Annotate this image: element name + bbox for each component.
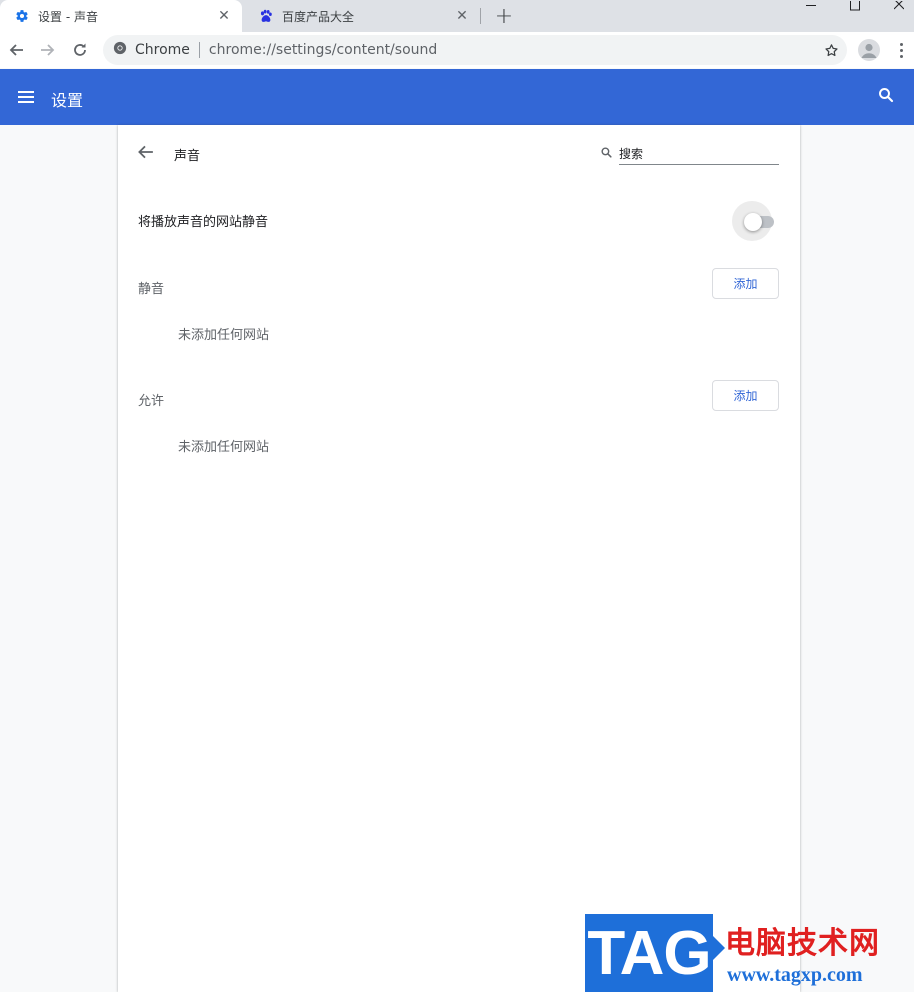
mute-sites-label: 将播放声音的网站静音 — [138, 215, 269, 230]
settings-search — [598, 143, 779, 165]
chrome-logo-icon — [113, 41, 127, 59]
sound-settings-card: 声音 将播放声音的网站静音 静音 添加 未添加任何网站 允许 添加 未添加任何网… — [118, 125, 800, 992]
toggle-knob[interactable] — [744, 213, 762, 231]
tab-strip: 设置 - 声音 ✕ 百度产品大全 ✕ + — [0, 0, 914, 32]
reload-icon — [74, 43, 86, 56]
allow-empty-message: 未添加任何网站 — [178, 440, 270, 455]
omnibox-divider — [198, 42, 200, 58]
arrow-right-icon — [41, 44, 55, 56]
watermark-title: 电脑技术网 — [725, 927, 880, 960]
close-icon[interactable]: ✕ — [216, 8, 232, 24]
gear-icon — [14, 8, 30, 24]
bookmark-star-icon[interactable] — [821, 40, 841, 60]
back-arrow-icon[interactable] — [136, 143, 156, 163]
maximize-icon[interactable] — [840, 0, 870, 12]
hamburger-menu-icon[interactable] — [18, 88, 38, 106]
mute-section-label: 静音 — [138, 282, 165, 297]
page-title: 设置 — [51, 91, 84, 110]
person-icon — [861, 43, 877, 58]
settings-header: 设置 — [0, 69, 914, 125]
allow-section-label: 允许 — [138, 394, 165, 409]
more-menu-icon[interactable] — [891, 38, 911, 62]
new-tab-button[interactable]: + — [492, 4, 516, 29]
tab-title: 百度产品大全 — [282, 9, 355, 24]
address-bar[interactable]: Chrome chrome://settings/content/sound — [103, 35, 847, 65]
watermark: TAG 电脑技术网 www.tagxp.com — [585, 914, 910, 992]
back-button[interactable] — [2, 36, 30, 64]
arrow-left-icon — [9, 44, 23, 56]
close-icon[interactable]: ✕ — [454, 8, 470, 24]
search-icon[interactable] — [877, 86, 899, 108]
tab-baidu-products[interactable]: 百度产品大全 ✕ — [244, 0, 480, 32]
search-icon — [600, 146, 614, 160]
reload-button[interactable] — [66, 36, 94, 64]
minimize-icon[interactable] — [796, 0, 826, 12]
window-close-icon[interactable] — [884, 0, 914, 12]
browser-toolbar: Chrome chrome://settings/content/sound — [0, 32, 914, 68]
profile-avatar[interactable] — [858, 39, 880, 61]
search-input[interactable] — [619, 143, 779, 165]
add-muted-site-button[interactable]: 添加 — [712, 268, 779, 299]
forward-button[interactable] — [34, 36, 62, 64]
mute-empty-message: 未添加任何网站 — [178, 328, 270, 343]
baidu-paw-icon — [258, 8, 274, 24]
watermark-url: www.tagxp.com — [727, 964, 863, 986]
url-text[interactable]: chrome://settings/content/sound — [209, 42, 437, 58]
watermark-badge: TAG — [585, 914, 725, 992]
tab-separator — [480, 8, 481, 24]
add-allowed-site-button[interactable]: 添加 — [712, 380, 779, 411]
subpage-title: 声音 — [174, 149, 201, 164]
site-label: Chrome — [135, 42, 190, 58]
tab-title: 设置 - 声音 — [38, 9, 98, 24]
tab-settings-sound[interactable]: 设置 - 声音 ✕ — [0, 0, 242, 32]
